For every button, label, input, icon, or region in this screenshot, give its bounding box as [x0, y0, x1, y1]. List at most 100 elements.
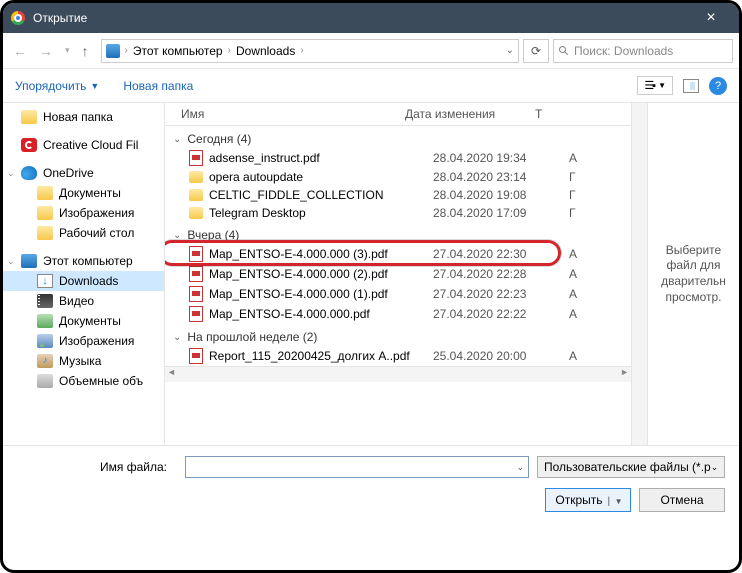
tree-item[interactable]: Изображения — [3, 203, 164, 223]
tree-item[interactable]: Объемные объ — [3, 371, 164, 391]
nav-up-icon[interactable]: ↑ — [78, 41, 93, 61]
tree-label: Изображения — [59, 206, 134, 220]
tree-item[interactable]: ⌄ Этот компьютер — [3, 251, 164, 271]
toolbar: Упорядочить ▼ Новая папка ☰▪ ▼ ? — [3, 69, 739, 103]
help-button[interactable]: ? — [709, 77, 727, 95]
tree-item[interactable]: ⌄ OneDrive — [3, 163, 164, 183]
chrome-icon — [11, 11, 25, 25]
tree-item[interactable]: Downloads — [3, 271, 164, 291]
window-title: Открытие — [33, 11, 87, 25]
group-header[interactable]: ⌄Вчера (4) — [165, 222, 631, 244]
file-type: Г — [569, 188, 589, 202]
onedrive-icon — [21, 166, 37, 180]
chevron-down-icon[interactable]: ⌄ — [506, 45, 514, 56]
split-chevron-icon: ▏▼ — [609, 497, 623, 506]
file-name: Telegram Desktop — [209, 206, 427, 220]
file-date: 27.04.2020 22:30 — [433, 247, 563, 261]
refresh-button[interactable]: ⟳ — [523, 39, 549, 63]
tree-label: Creative Cloud Fil — [43, 138, 138, 152]
tree-item[interactable]: Музыка — [3, 351, 164, 371]
file-row[interactable]: adsense_instruct.pdf28.04.2020 19:34A — [165, 148, 631, 168]
tree-label: Видео — [59, 294, 94, 308]
col-type[interactable]: Т — [535, 107, 555, 121]
file-name: Report_115_20200425_долгих А..pdf — [209, 349, 427, 363]
list-icon: ☰▪ — [644, 79, 654, 92]
file-type: A — [569, 349, 589, 363]
filetype-filter[interactable]: Пользовательские файлы (*.p ⌄ — [537, 456, 725, 478]
group-title: Сегодня (4) — [187, 132, 251, 146]
newfolder-button[interactable]: Новая папка — [123, 79, 193, 93]
organize-button[interactable]: Упорядочить ▼ — [15, 79, 99, 93]
file-name: adsense_instruct.pdf — [209, 151, 427, 165]
file-row[interactable]: Map_ENTSO-E-4.000.000 (2).pdf27.04.2020 … — [165, 264, 631, 284]
breadcrumb[interactable]: › Этот компьютер › Downloads › ⌄ — [101, 39, 519, 63]
file-date: 27.04.2020 22:23 — [433, 287, 563, 301]
v-scrollbar[interactable] — [631, 103, 647, 445]
preview-pane-button[interactable] — [683, 79, 699, 93]
file-row[interactable]: CELTIC_FIDDLE_COLLECTION28.04.2020 19:08… — [165, 186, 631, 204]
docs-icon — [37, 314, 53, 328]
open-button[interactable]: Открыть ▏▼ — [545, 488, 631, 512]
expand-icon[interactable]: ⌄ — [7, 256, 15, 267]
tree-item[interactable]: Изображения — [3, 331, 164, 351]
chevron-down-icon: ⌄ — [173, 230, 181, 241]
filename-input[interactable]: ⌄ — [185, 456, 529, 478]
col-name[interactable]: Имя — [165, 107, 405, 121]
pc-icon — [106, 44, 120, 58]
group-header[interactable]: ⌄На прошлой неделе (2) — [165, 324, 631, 346]
tree-item[interactable]: Рабочий стол — [3, 223, 164, 243]
tree-label: Downloads — [59, 274, 118, 288]
file-name: Map_ENTSO-E-4.000.000.pdf — [209, 307, 427, 321]
pc-icon — [21, 254, 37, 268]
tree-label: Этот компьютер — [43, 254, 133, 268]
view-mode-button[interactable]: ☰▪ ▼ — [637, 76, 673, 95]
nav-fwd-icon[interactable]: → — [35, 41, 57, 61]
tree-item[interactable]: Видео — [3, 291, 164, 311]
file-name: Map_ENTSO-E-4.000.000 (3).pdf — [209, 247, 427, 261]
tree-label: OneDrive — [43, 166, 94, 180]
address-bar: ← → ▾ ↑ › Этот компьютер › Downloads › ⌄… — [3, 33, 739, 69]
chevron-down-icon[interactable]: ⌄ — [516, 462, 524, 473]
col-date[interactable]: Дата изменения — [405, 107, 535, 121]
file-date: 28.04.2020 19:34 — [433, 151, 563, 165]
file-name: CELTIC_FIDDLE_COLLECTION — [209, 188, 427, 202]
folder-icon — [37, 206, 53, 220]
pdf-icon — [189, 286, 203, 302]
file-date: 28.04.2020 17:09 — [433, 206, 563, 220]
tree-label: Музыка — [59, 354, 101, 368]
close-button[interactable]: × — [691, 9, 731, 27]
file-date: 27.04.2020 22:22 — [433, 307, 563, 321]
cc-icon — [21, 138, 37, 152]
nav-tree[interactable]: Новая папка Creative Cloud Fil ⌄ OneDrive До… — [3, 103, 165, 445]
nav-recent-icon[interactable]: ▾ — [61, 43, 74, 58]
cancel-button[interactable]: Отмена — [639, 488, 725, 512]
nav-back-icon[interactable]: ← — [9, 41, 31, 61]
file-row[interactable]: Map_ENTSO-E-4.000.000 (1).pdf 27.04.2020 … — [165, 284, 631, 304]
chevron-right-icon: › — [122, 45, 131, 56]
file-type: Г — [569, 170, 589, 184]
folder-icon — [189, 171, 203, 183]
column-headers[interactable]: Имя Дата изменения Т — [165, 103, 631, 126]
tree-label: Документы — [59, 314, 121, 328]
file-row[interactable]: Map_ENTSO-E-4.000.000 (3).pdf 27.04.2020 … — [165, 244, 631, 264]
h-scrollbar[interactable] — [165, 366, 631, 382]
file-type: A — [569, 287, 589, 301]
expand-icon[interactable]: ⌄ — [7, 168, 15, 179]
file-date: 25.04.2020 20:00 — [433, 349, 563, 363]
search-input[interactable]: Поиск: Downloads — [553, 39, 733, 63]
file-list[interactable]: Имя Дата изменения Т ⌄ Сегодня (4) adsense… — [165, 103, 631, 445]
file-row[interactable]: Map_ENTSO-E-4.000.000.pdf 27.04.2020 22:2… — [165, 304, 631, 324]
chevron-down-icon: ⌄ — [173, 134, 181, 145]
crumb-folder[interactable]: Downloads — [236, 44, 295, 58]
file-row[interactable]: opera autoupdate28.04.2020 23:14Г — [165, 168, 631, 186]
folder-icon — [37, 186, 53, 200]
file-name: Map_ENTSO-E-4.000.000 (1).pdf — [209, 287, 427, 301]
tree-item[interactable]: Документы — [3, 311, 164, 331]
file-row[interactable]: Telegram Desktop28.04.2020 17:09Г — [165, 204, 631, 222]
tree-item[interactable]: Документы — [3, 183, 164, 203]
group-header[interactable]: ⌄ Сегодня (4) — [165, 126, 631, 148]
crumb-root[interactable]: Этот компьютер — [133, 44, 223, 58]
tree-item[interactable]: Creative Cloud Fil — [3, 135, 164, 155]
file-row[interactable]: Report_115_20200425_долгих А..pdf 25.04.2… — [165, 346, 631, 366]
tree-item[interactable]: Новая папка — [3, 107, 164, 127]
